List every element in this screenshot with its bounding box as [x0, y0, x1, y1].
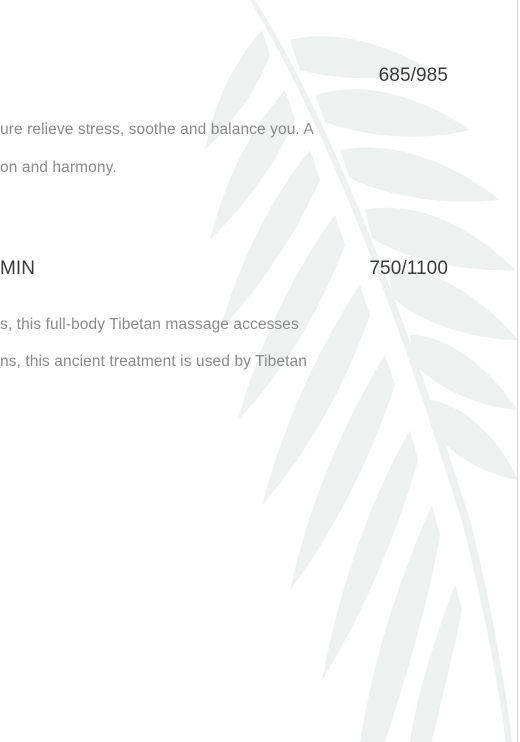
- menu-item-2-price: 750/1100: [369, 258, 448, 279]
- menu-item-1-description-line-2: on and harmony.: [0, 159, 117, 176]
- spa-menu-page: 685/985 ure relieve stress, soothe and b…: [0, 0, 520, 742]
- menu-item-2-description-line-2: ns, this ancient treatment is used by Ti…: [0, 353, 307, 370]
- menu-item-2-title: MIN: [0, 258, 36, 279]
- palm-leaf-icon: [205, 0, 518, 742]
- menu-item-1-description-line-1: ure relieve stress, soothe and balance y…: [0, 121, 314, 138]
- page-edge-divider: [517, 0, 518, 742]
- menu-item-1-price: 685/985: [378, 65, 448, 86]
- menu-item-2-description-line-1: s, this full-body Tibetan massage access…: [0, 316, 299, 333]
